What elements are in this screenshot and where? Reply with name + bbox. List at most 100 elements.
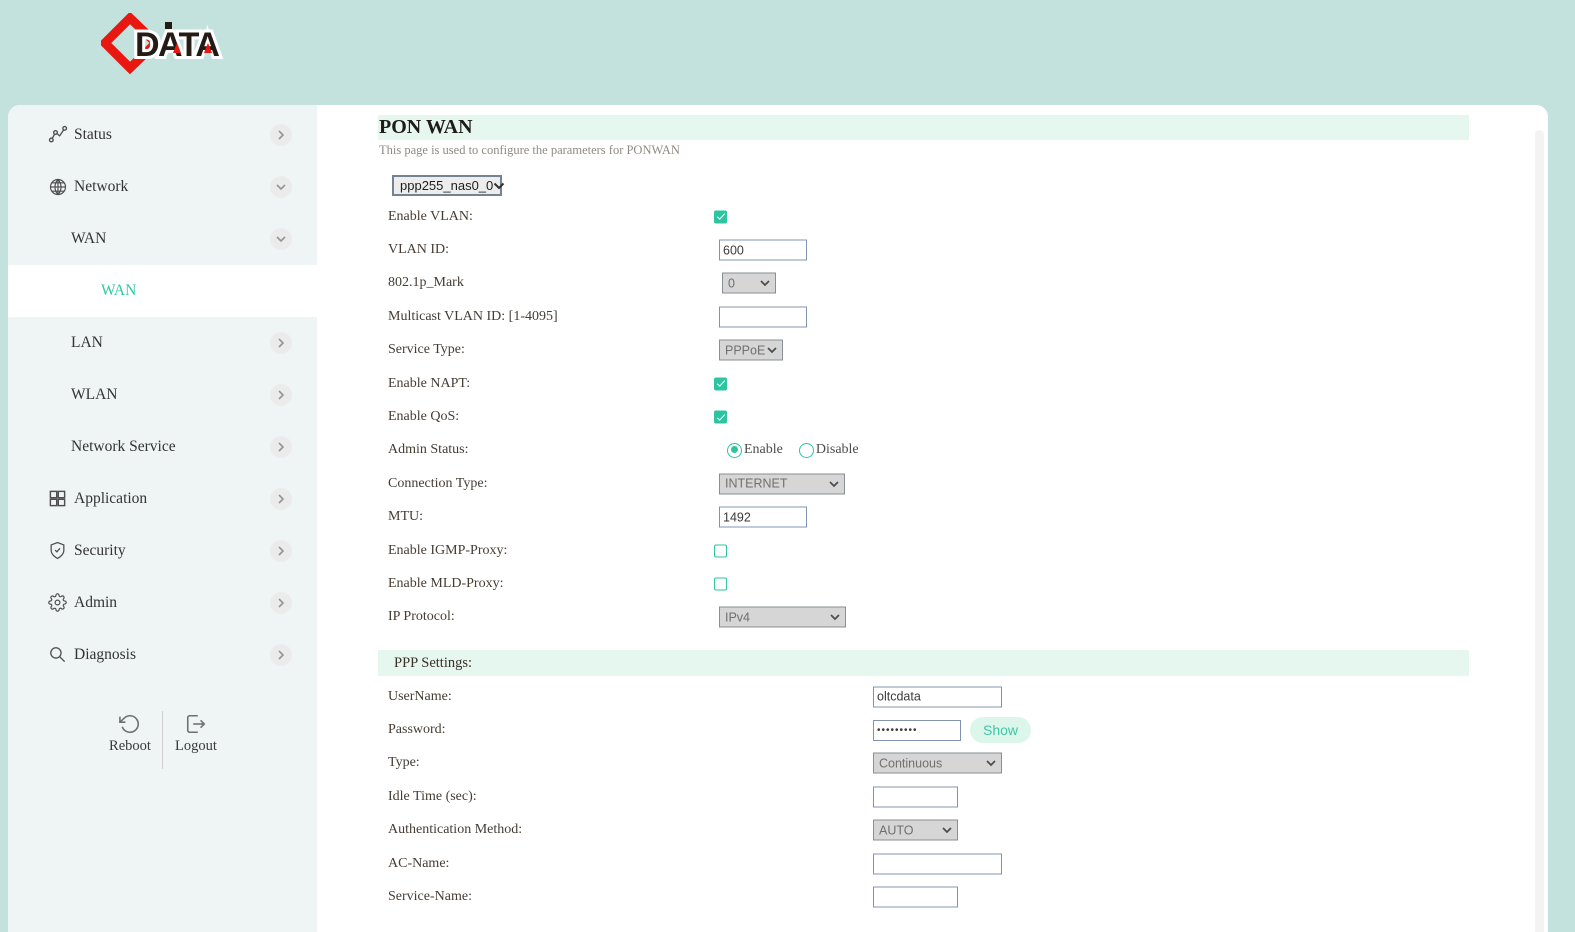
multicast-vlan-id-input[interactable]	[719, 306, 807, 327]
sidebar-item-status[interactable]: Status	[8, 109, 317, 161]
idle-time-input[interactable]	[873, 786, 958, 807]
chevron-right-icon[interactable]	[270, 488, 292, 510]
admin-status-disable-radio[interactable]	[799, 443, 814, 458]
field-label: Idle Time (sec):	[388, 789, 477, 805]
field-label: Enable MLD-Proxy:	[388, 576, 503, 592]
chevron-right-icon[interactable]	[270, 540, 292, 562]
activity-icon	[48, 125, 68, 145]
sidebar-item-lan[interactable]: LAN	[8, 317, 317, 369]
admin-status-enable-radio[interactable]	[727, 443, 742, 458]
chevron-right-icon[interactable]	[270, 592, 292, 614]
field-label: IP Protocol:	[388, 609, 455, 625]
sidebar-item-label: Application	[74, 490, 147, 508]
sidebar-item-label: Admin	[74, 594, 117, 612]
type-select-value: Continuous	[879, 756, 942, 770]
enable-vlan-checkbox[interactable]	[714, 210, 727, 223]
main-content: PON WAN This page is used to configure t…	[317, 105, 1548, 932]
chevron-right-icon[interactable]	[270, 332, 292, 354]
sidebar-item-application[interactable]: Application	[8, 473, 317, 525]
field-label: Connection Type:	[388, 476, 487, 492]
ppp-settings-header: PPP Settings:	[378, 650, 1469, 676]
chevron-right-icon[interactable]	[270, 124, 292, 146]
wan-interface-select[interactable]: ppp255_nas0_0	[392, 175, 502, 196]
service-name-input[interactable]	[873, 887, 958, 908]
show-password-button[interactable]: Show	[970, 717, 1031, 743]
sidebar-item-label: WAN	[101, 282, 136, 300]
field-label: Service Type:	[388, 342, 465, 358]
globe-icon	[48, 177, 68, 197]
chevron-down-icon	[942, 827, 952, 834]
sidebar-item-wan-group[interactable]: WAN	[8, 213, 317, 265]
field-row-service-name: Service-Name:	[317, 880, 1548, 913]
field-label: VLAN ID:	[388, 242, 449, 258]
chevron-down-icon[interactable]	[270, 228, 292, 250]
wan-settings-form: Enable VLAN: VLAN ID: 802.1p_Mark 0 Mult…	[317, 200, 1548, 634]
sidebar-item-network-service[interactable]: Network Service	[8, 421, 317, 473]
chevron-right-icon[interactable]	[270, 436, 292, 458]
chevron-down-icon	[493, 182, 505, 190]
reboot-button[interactable]: Reboot	[97, 713, 163, 755]
field-label: Password:	[388, 722, 446, 738]
logo-accent-square	[165, 22, 172, 29]
wan-interface-select-value: ppp255_nas0_0	[400, 178, 493, 193]
field-row-service-type: Service Type: PPPoE	[317, 334, 1548, 367]
sidebar-item-label: WAN	[71, 230, 106, 248]
authentication-method-select-value: AUTO	[879, 823, 914, 837]
logout-label: Logout	[175, 738, 217, 754]
8021p-mark-select[interactable]: 0	[722, 273, 776, 294]
field-row-connection-type: Connection Type: INTERNET	[317, 467, 1548, 500]
field-row-admin-status: Admin Status: Enable Disable	[317, 434, 1548, 467]
sidebar-item-wan[interactable]: WAN	[8, 265, 317, 317]
username-input[interactable]	[873, 686, 1002, 707]
field-row-multicast-vlan-id: Multicast VLAN ID: [1-4095]	[317, 300, 1548, 333]
chevron-down-icon	[760, 280, 770, 287]
ac-name-input[interactable]	[873, 853, 1002, 874]
field-row-type: Type: Continuous	[317, 747, 1548, 780]
chevron-right-icon[interactable]	[270, 384, 292, 406]
field-label: Multicast VLAN ID: [1-4095]	[388, 309, 558, 325]
sidebar-item-network[interactable]: Network	[8, 161, 317, 213]
password-input[interactable]	[873, 720, 961, 741]
connection-type-select[interactable]: INTERNET	[719, 473, 845, 494]
sidebar-item-label: Network	[74, 178, 128, 196]
field-row-8021p-mark: 802.1p_Mark 0	[317, 267, 1548, 300]
service-type-select[interactable]: PPPoE	[719, 340, 783, 361]
field-label: Enable NAPT:	[388, 376, 470, 392]
8021p-mark-select-value: 0	[728, 276, 735, 290]
sidebar-item-label: Diagnosis	[74, 646, 136, 664]
enable-napt-checkbox[interactable]	[714, 377, 727, 390]
chevron-down-icon[interactable]	[270, 176, 292, 198]
enable-qos-checkbox[interactable]	[714, 411, 727, 424]
mtu-input[interactable]	[719, 507, 807, 528]
enable-mld-proxy-checkbox[interactable]	[714, 577, 727, 590]
ip-protocol-select[interactable]: IPv4	[719, 607, 846, 628]
sidebar-item-diagnosis[interactable]: Diagnosis	[8, 629, 317, 681]
field-row-idle-time: Idle Time (sec):	[317, 780, 1548, 813]
sidebar-item-security[interactable]: Security	[8, 525, 317, 577]
content-panel: Status Network	[8, 105, 1548, 932]
enable-igmp-proxy-checkbox[interactable]	[714, 544, 727, 557]
field-label: AC-Name:	[388, 856, 449, 872]
authentication-method-select[interactable]: AUTO	[873, 820, 958, 841]
vlan-id-input[interactable]	[719, 240, 807, 261]
admin-status-disable-label: Disable	[816, 442, 859, 458]
chevron-down-icon	[829, 480, 839, 487]
sidebar-item-label: WLAN	[71, 386, 118, 404]
field-row-password: Password: Show	[317, 713, 1548, 746]
field-row-authentication-method: Authentication Method: AUTO	[317, 814, 1548, 847]
cdata-logo-icon: DATA	[101, 13, 231, 75]
chevron-right-icon[interactable]	[270, 644, 292, 666]
field-label: Type:	[388, 755, 420, 771]
field-label: UserName:	[388, 689, 452, 705]
chevron-down-icon	[767, 347, 777, 354]
type-select[interactable]: Continuous	[873, 753, 1002, 774]
field-row-vlan-id: VLAN ID:	[317, 233, 1548, 266]
scrollbar[interactable]	[1535, 130, 1544, 932]
logout-button[interactable]: Logout	[163, 713, 229, 755]
sidebar: Status Network	[8, 105, 317, 932]
field-row-mtu: MTU:	[317, 501, 1548, 534]
sidebar-item-admin[interactable]: Admin	[8, 577, 317, 629]
field-label: Service-Name:	[388, 889, 472, 905]
admin-status-enable-label: Enable	[744, 442, 783, 458]
sidebar-item-wlan[interactable]: WLAN	[8, 369, 317, 421]
